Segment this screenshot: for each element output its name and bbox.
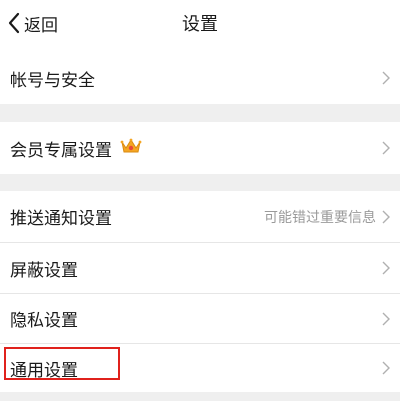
settings-item-label: 推送通知设置 <box>10 209 112 229</box>
settings-item-label: 会员专属设置 <box>10 140 112 161</box>
chevron-right-icon <box>382 141 390 155</box>
settings-item-account-security[interactable]: 帐号与安全 <box>0 52 400 104</box>
settings-item-label: 帐号与安全 <box>10 70 95 91</box>
settings-item-label: 通用设置 <box>10 360 78 381</box>
page-title: 设置 <box>182 14 218 35</box>
chevron-right-icon <box>382 312 390 325</box>
settings-item-privacy-settings[interactable]: 隐私设置 <box>0 294 400 343</box>
settings-item-label: 隐私设置 <box>10 311 78 331</box>
chevron-right-icon <box>382 210 390 223</box>
crown-icon <box>120 137 142 159</box>
settings-item-push-notifications[interactable]: 推送通知设置 可能错过重要信息 <box>0 191 400 242</box>
settings-item-block-settings[interactable]: 屏蔽设置 <box>0 243 400 293</box>
nav-bar: 返回 设置 <box>0 0 400 52</box>
settings-item-member-settings[interactable]: 会员专属设置 <box>0 122 400 174</box>
chevron-right-icon <box>382 261 390 275</box>
chevron-right-icon <box>382 361 390 375</box>
settings-item-label: 屏蔽设置 <box>10 260 78 281</box>
chevron-right-icon <box>382 71 390 85</box>
settings-item-general-settings[interactable]: 通用设置 <box>0 344 400 392</box>
settings-item-hint: 可能错过重要信息 <box>264 209 376 226</box>
